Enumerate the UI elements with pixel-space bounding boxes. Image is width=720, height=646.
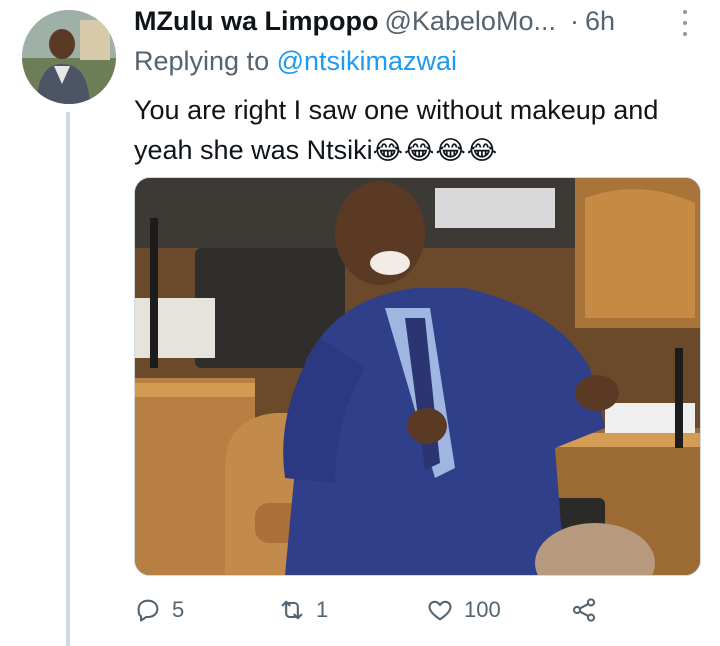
share-icon: [570, 596, 598, 624]
replying-label: Replying to: [134, 46, 270, 76]
separator-dot: ·: [569, 6, 579, 36]
more-icon[interactable]: [680, 10, 690, 36]
tweet-image[interactable]: [134, 177, 701, 576]
user-handle[interactable]: @KabeloMo...: [384, 6, 556, 37]
reply-button[interactable]: 5: [134, 590, 184, 630]
tweet-actions: 5 1 100: [134, 590, 694, 630]
like-count: 100: [464, 597, 501, 622]
parliament-photo: [135, 178, 700, 575]
heart-icon: [426, 596, 454, 624]
retweet-button[interactable]: 1: [278, 590, 328, 630]
replying-to-mention[interactable]: @ntsikimazwai: [277, 46, 457, 76]
share-button[interactable]: [570, 590, 598, 630]
like-button[interactable]: 100: [426, 590, 501, 630]
replying-to: Replying to @ntsikimazwai: [134, 46, 457, 77]
reply-icon: [134, 596, 162, 624]
timestamp[interactable]: 6h: [585, 6, 615, 37]
reply-count: 5: [172, 597, 185, 622]
retweet-icon: [278, 596, 306, 624]
retweet-count: 1: [316, 597, 329, 622]
emoji-laughing: 😂😂😂😂: [372, 135, 499, 165]
tweet-header: MZulu wa Limpopo @KabeloMo... · 6h: [134, 6, 680, 40]
thread-line: [66, 112, 70, 646]
tweet-text: You are right I saw one without makeup a…: [134, 90, 694, 170]
avatar[interactable]: [22, 10, 116, 104]
display-name[interactable]: MZulu wa Limpopo: [134, 6, 378, 37]
avatar-image: [22, 10, 116, 104]
